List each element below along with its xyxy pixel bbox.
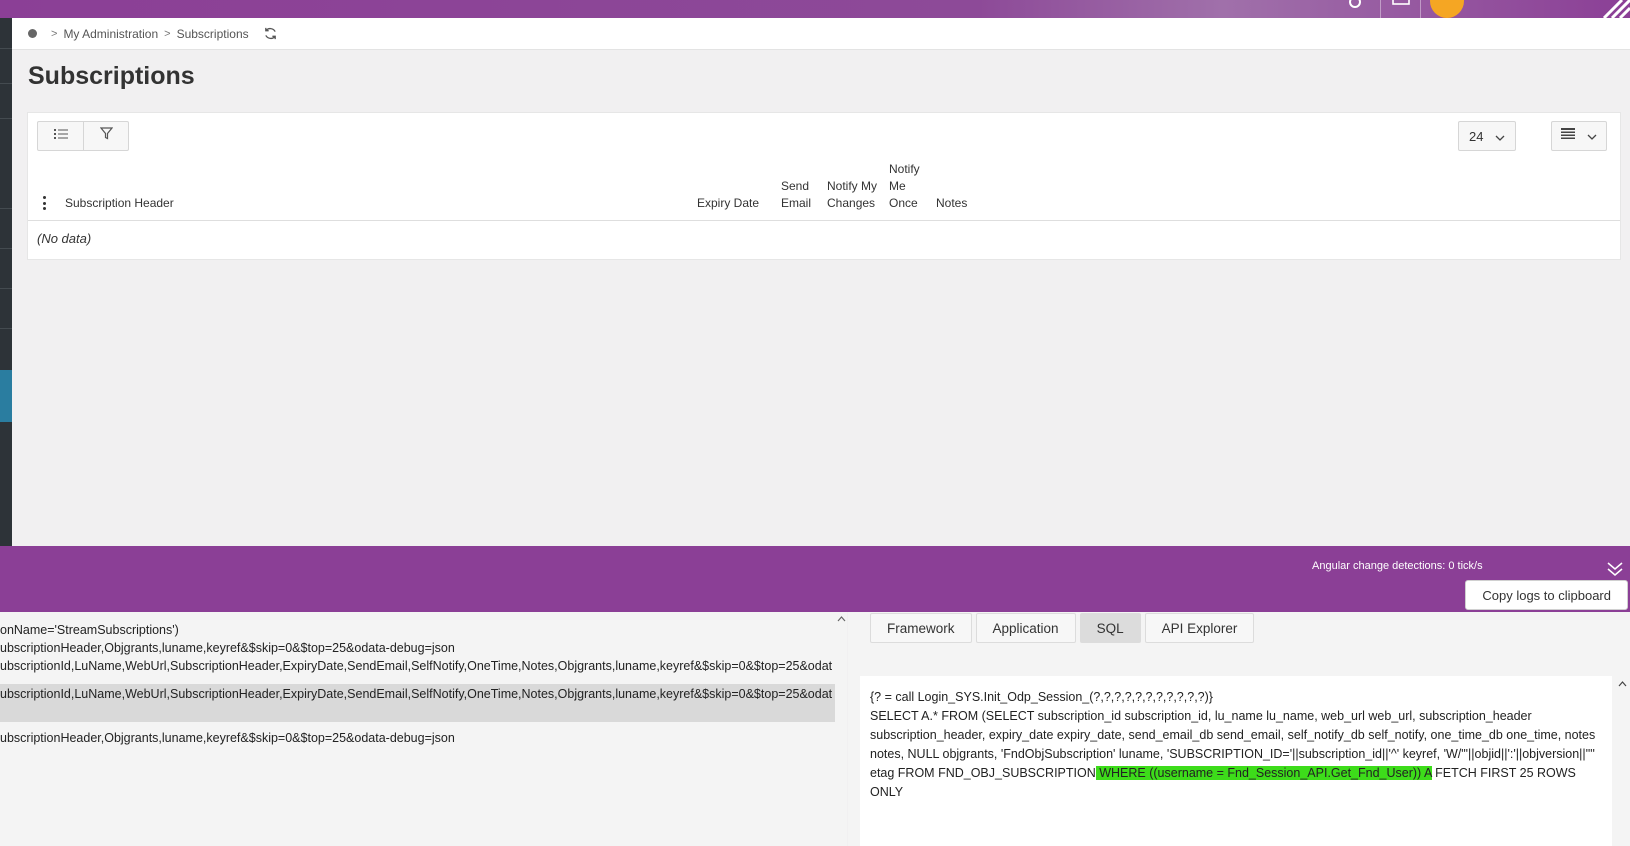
empty-table-message: (No data) [37, 231, 92, 246]
tab-sql[interactable]: SQL [1079, 613, 1141, 643]
column-options-icon[interactable] [42, 196, 46, 210]
sql-query: SELECT A.* FROM (SELECT subscription_id … [870, 707, 1602, 802]
debug-tabs: Framework Application SQL API Explorer [870, 613, 1255, 643]
sql-scrollbar[interactable] [1614, 676, 1630, 846]
change-detection-status: Angular change detections: 0 tick/s [1312, 560, 1483, 572]
view-mode-select[interactable] [1551, 121, 1607, 151]
debug-details-panel: Framework Application SQL API Explorer {… [848, 612, 1630, 846]
table-header: Subscription Header Expiry Date Send Ema… [28, 161, 1620, 221]
divider [1380, 0, 1381, 18]
sql-line-session: {? = call Login_SYS.Init_Odp_Session_(?,… [870, 690, 1213, 704]
column-expiry-date[interactable]: Expiry Date [697, 195, 759, 212]
side-navigation [0, 18, 12, 546]
sql-output[interactable]: {? = call Login_SYS.Init_Odp_Session_(?,… [860, 676, 1612, 846]
home-icon[interactable] [28, 29, 37, 38]
avatar[interactable] [1430, 0, 1464, 18]
page-title: Subscriptions [28, 62, 195, 90]
nav-divider [0, 83, 12, 84]
chevron-down-icon [1495, 129, 1505, 144]
chevron-down-icon [1587, 127, 1597, 145]
column-subscription-header[interactable]: Subscription Header [65, 195, 174, 212]
table-tools [37, 121, 129, 151]
log-line[interactable]: onName='StreamSubscriptions') [0, 621, 179, 639]
page-size-select[interactable]: 24 [1458, 121, 1516, 151]
refresh-icon[interactable] [263, 26, 279, 42]
page-size-value: 24 [1469, 128, 1484, 144]
scroll-up-icon[interactable] [837, 614, 846, 624]
nav-divider [0, 118, 12, 119]
log-scrollbar[interactable] [836, 612, 847, 846]
tab-api-explorer[interactable]: API Explorer [1144, 613, 1255, 643]
list-icon [53, 127, 68, 145]
chevron-right-icon: > [51, 27, 58, 40]
notifications-icon[interactable] [1391, 0, 1411, 18]
column-send-email[interactable]: Send Email [781, 178, 817, 212]
filter-button[interactable] [83, 122, 128, 150]
tab-framework[interactable]: Framework [870, 613, 972, 643]
column-notify-my-changes[interactable]: Notify My Changes [827, 178, 883, 212]
nav-divider [0, 328, 12, 329]
collapse-icon[interactable] [1606, 560, 1624, 578]
divider [1420, 0, 1421, 18]
breadcrumb: > My Administration > Subscriptions [12, 18, 1630, 50]
log-line[interactable]: ubscriptionHeader,Objgrants,luname,keyre… [0, 729, 455, 747]
log-line-selected[interactable]: ubscriptionId,LuName,WebUrl,Subscription… [0, 684, 835, 722]
breadcrumb-item-subscriptions[interactable]: Subscriptions [177, 27, 249, 41]
sql-highlight: WHERE ((username = Fnd_Session_API.Get_F… [1095, 766, 1432, 780]
app-menu-icon[interactable] [1584, 0, 1630, 20]
nav-divider [0, 288, 12, 289]
top-navigation-bar [0, 0, 1630, 20]
request-log-panel: onName='StreamSubscriptions') ubscriptio… [0, 612, 847, 846]
settings-icon[interactable] [1346, 0, 1364, 18]
column-notes[interactable]: Notes [936, 195, 967, 212]
nav-item-active[interactable] [0, 370, 12, 422]
log-line[interactable]: ubscriptionHeader,Objgrants,luname,keyre… [0, 639, 455, 657]
chevron-right-icon: > [164, 27, 171, 40]
debug-console-header: Angular change detections: 0 tick/s Copy… [0, 546, 1630, 612]
table-view-icon [1561, 127, 1575, 145]
subscriptions-table-card: 24 Subscription Header Expiry Date Send … [27, 112, 1621, 260]
filter-icon [99, 127, 113, 145]
nav-divider [0, 48, 12, 49]
column-notify-me-once[interactable]: Notify Me Once [889, 161, 925, 212]
nav-divider [0, 248, 12, 249]
list-view-button[interactable] [38, 122, 83, 150]
copy-logs-button[interactable]: Copy logs to clipboard [1465, 580, 1628, 610]
breadcrumb-item-my-administration[interactable]: My Administration [63, 27, 158, 41]
log-line[interactable]: ubscriptionId,LuName,WebUrl,Subscription… [0, 657, 832, 675]
scroll-up-icon[interactable] [1618, 679, 1627, 689]
tab-application[interactable]: Application [975, 613, 1076, 643]
nav-divider [0, 208, 12, 209]
